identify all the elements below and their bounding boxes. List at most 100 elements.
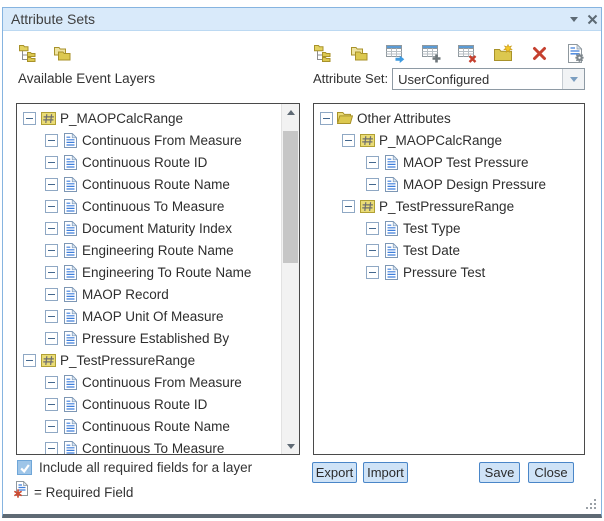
collapse-all-button[interactable] [349,43,369,63]
tree-item-label: Engineering To Route Name [82,265,251,280]
expand-all-button[interactable] [313,43,333,63]
field-icon [62,309,78,324]
tree-item[interactable]: Continuous From Measure [17,129,281,151]
collapse-minus-icon[interactable] [45,134,58,147]
save-button[interactable]: Save [479,462,520,483]
collapse-all-button[interactable] [52,43,72,63]
table-properties-button[interactable] [565,43,585,63]
collapse-minus-icon[interactable] [45,244,58,257]
tree-item-label: Continuous To Measure [82,199,224,214]
tree-item[interactable]: MAOP Record [17,283,281,305]
collapse-minus-icon[interactable] [366,244,379,257]
collapse-minus-icon[interactable] [23,354,36,367]
tree-item[interactable]: Test Date [314,239,584,261]
tree-item[interactable]: Continuous Route ID [17,151,281,173]
tree-item[interactable]: Continuous To Measure [17,437,281,454]
tree-item[interactable]: Continuous Route Name [17,415,281,437]
tree-item[interactable]: P_MAOPCalcRange [314,129,584,151]
close-icon[interactable] [583,10,601,28]
tree-item[interactable]: Test Type [314,217,584,239]
tree-item[interactable]: Document Maturity Index [17,217,281,239]
table-export-button[interactable] [385,43,405,63]
tree-item-label: Pressure Test [403,265,485,280]
collapse-minus-icon[interactable] [366,156,379,169]
field-icon [62,221,78,236]
tree-item[interactable]: P_TestPressureRange [314,195,584,217]
dropdown-button[interactable] [562,69,584,89]
tree-item-label: Test Type [403,221,461,236]
scroll-down-arrow-icon[interactable] [282,438,299,454]
collapse-minus-icon[interactable] [45,178,58,191]
scrollbar-thumb[interactable] [283,131,298,263]
table-remove-button[interactable] [457,43,477,63]
collapse-minus-icon[interactable] [366,222,379,235]
new-attribute-set-button[interactable] [493,43,513,63]
collapse-minus-icon[interactable] [45,420,58,433]
collapse-minus-icon[interactable] [45,222,58,235]
export-button[interactable]: Export [312,462,357,483]
tree-item-label: Continuous Route Name [82,177,230,192]
tree-item-label: MAOP Test Pressure [403,155,529,170]
vertical-scrollbar[interactable] [281,104,299,454]
collapse-minus-icon[interactable] [366,178,379,191]
field-icon [62,375,78,390]
attribute-set-tree-panel[interactable]: Other Attributes P_MAOPCalcRange MAOP Test… [313,103,585,455]
collapse-minus-icon[interactable] [45,288,58,301]
tree-item[interactable]: P_TestPressureRange [17,349,281,371]
collapse-minus-icon[interactable] [45,398,58,411]
table-add-button[interactable] [421,43,441,63]
tree-item[interactable]: Continuous From Measure [17,371,281,393]
tree-item[interactable]: P_MAOPCalcRange [17,107,281,129]
delete-button[interactable] [529,43,549,63]
tree-item[interactable]: MAOP Design Pressure [314,173,584,195]
titlebar[interactable]: Attribute Sets [3,8,601,31]
field-icon [383,221,399,236]
collapse-minus-icon[interactable] [45,266,58,279]
event-layer-icon [359,199,375,214]
tree-item[interactable]: Continuous Route ID [17,393,281,415]
collapse-minus-icon[interactable] [366,266,379,279]
collapse-minus-icon[interactable] [45,156,58,169]
tree-item-label: Continuous Route Name [82,419,230,434]
tree-item[interactable]: Engineering To Route Name [17,261,281,283]
import-button[interactable]: Import [363,462,408,483]
available-layers-tree-panel[interactable]: P_MAOPCalcRangeContinuous From MeasureCo… [16,103,300,455]
collapse-minus-icon[interactable] [45,442,58,455]
collapse-minus-icon[interactable] [342,134,355,147]
field-icon [62,331,78,346]
tree-item[interactable]: MAOP Test Pressure [314,151,584,173]
close-button[interactable]: Close [528,462,574,483]
include-required-fields-checkbox[interactable] [17,460,32,475]
tree-item-label: P_MAOPCalcRange [379,133,502,148]
field-icon [383,177,399,192]
scroll-up-arrow-icon[interactable] [282,104,299,120]
tree-item-label: Continuous To Measure [82,441,224,455]
resize-grip[interactable] [586,499,598,511]
expand-all-button[interactable] [18,43,38,63]
tree-item-label: Continuous Route ID [82,397,207,412]
field-icon [62,155,78,170]
attribute-set-label: Attribute Set: [313,71,388,86]
tree-item[interactable]: Engineering Route Name [17,239,281,261]
tree-item[interactable]: Pressure Test [314,261,584,283]
collapse-minus-icon[interactable] [45,310,58,323]
chevron-down-icon [570,77,578,86]
tree-item-label: Document Maturity Index [82,221,232,236]
collapse-minus-icon[interactable] [320,112,333,125]
tree-item[interactable]: Other Attributes [314,107,584,129]
tree-item[interactable]: Continuous To Measure [17,195,281,217]
attribute-sets-dialog: Attribute Sets [2,7,602,518]
tree-item-label: MAOP Unit Of Measure [82,309,224,324]
include-required-fields-row: Include all required fields for a layer [17,460,252,475]
include-required-fields-label: Include all required fields for a layer [39,460,252,475]
collapse-minus-icon[interactable] [45,200,58,213]
tree-item[interactable]: MAOP Unit Of Measure [17,305,281,327]
collapse-minus-icon[interactable] [45,376,58,389]
tree-item[interactable]: Pressure Established By [17,327,281,349]
menu-caret-icon[interactable] [565,10,583,28]
tree-item[interactable]: Continuous Route Name [17,173,281,195]
collapse-minus-icon[interactable] [23,112,36,125]
collapse-minus-icon[interactable] [45,332,58,345]
attribute-set-dropdown[interactable]: UserConfigured [392,68,585,90]
collapse-minus-icon[interactable] [342,200,355,213]
